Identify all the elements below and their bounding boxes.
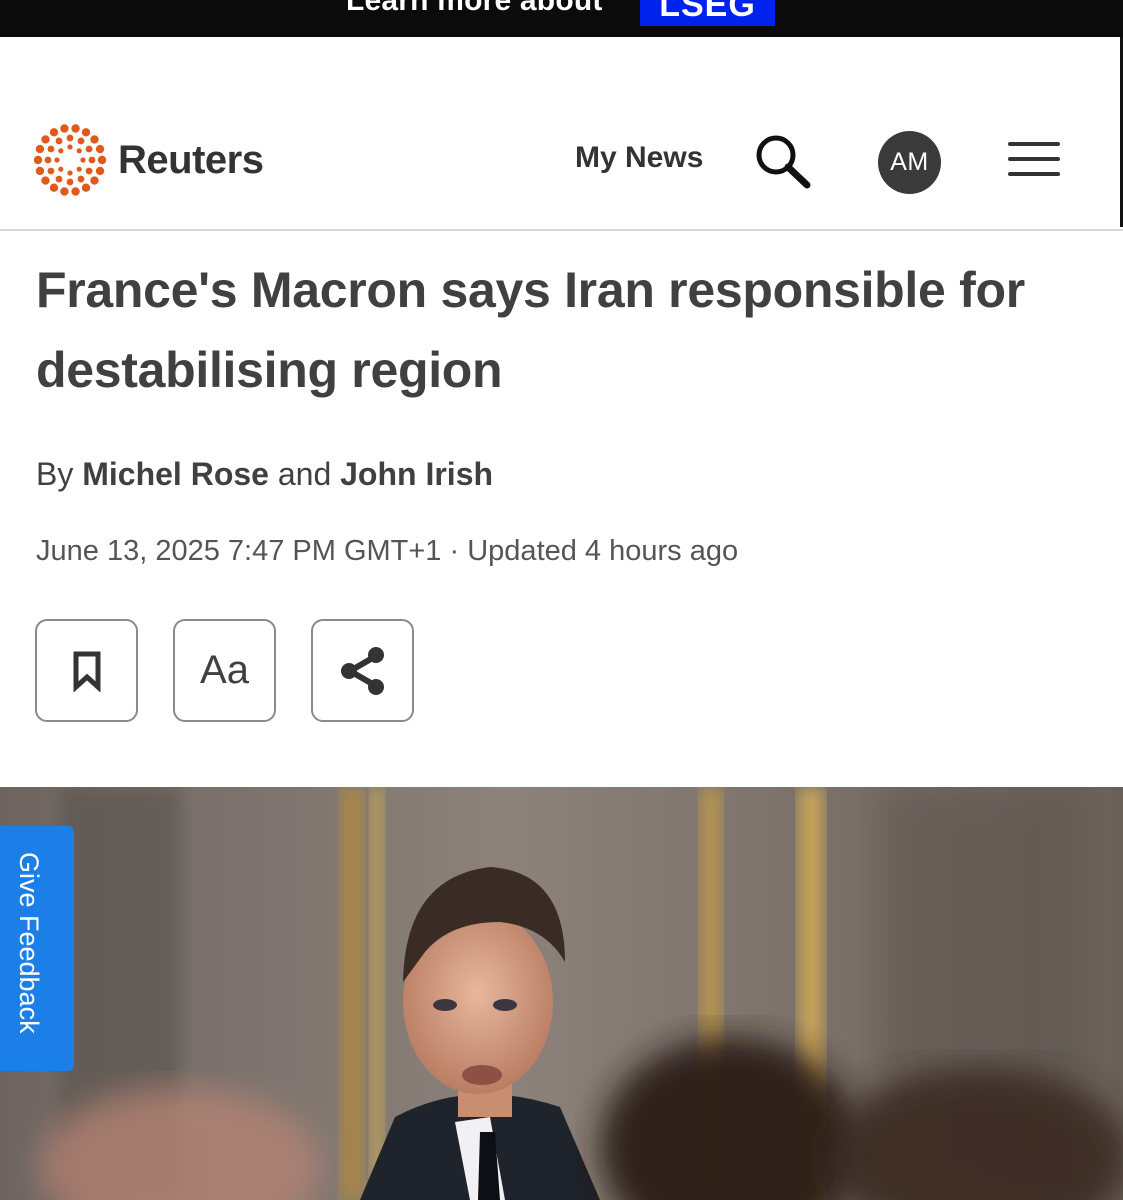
bookmark-icon <box>73 651 100 692</box>
search-button[interactable] <box>754 133 814 189</box>
search-icon <box>756 135 811 189</box>
promo-banner-text: Learn more about <box>346 0 603 17</box>
updated-time: Updated 4 hours ago <box>467 535 739 567</box>
byline: By Michel Rose and John Irish <box>36 456 493 493</box>
hamburger-menu-button[interactable] <box>1008 140 1060 180</box>
photo-macron-illustration <box>0 787 1123 1200</box>
author-link-1[interactable]: Michel Rose <box>82 456 269 492</box>
promo-banner-brand: LSEG <box>640 0 775 26</box>
article-dateline: June 13, 2025 7:47 PM GMT+1 · Updated 4 … <box>36 535 738 568</box>
byline-joiner: and <box>277 456 332 492</box>
my-news-link[interactable]: My News <box>575 141 703 175</box>
publish-date: June 13, 2025 7:47 PM GMT+1 <box>36 535 442 567</box>
reuters-dot-circle-icon <box>34 124 106 196</box>
dateline-separator: · <box>449 535 460 567</box>
header-divider <box>0 229 1123 231</box>
article-headline: France's Macron says Iran responsible fo… <box>36 262 1025 398</box>
reuters-logo[interactable]: Reuters <box>34 124 264 196</box>
hamburger-menu-icon <box>1008 142 1060 146</box>
text-size-button[interactable]: Aa <box>173 619 276 722</box>
share-icon <box>340 646 384 695</box>
bookmark-button[interactable] <box>35 619 138 722</box>
user-avatar-button[interactable]: AM <box>878 131 941 194</box>
reuters-article-page: Learn more about LSEG Reuters My News AM… <box>0 0 1123 1200</box>
promo-banner[interactable]: Learn more about LSEG <box>0 0 1123 37</box>
article-hero-photo <box>0 787 1123 1200</box>
share-button[interactable] <box>311 619 414 722</box>
byline-prefix: By <box>36 456 74 492</box>
author-link-2[interactable]: John Irish <box>340 456 493 492</box>
logo-wordmark: Reuters <box>118 137 264 182</box>
give-feedback-label: Give Feedback <box>14 852 44 1034</box>
text-size-label: Aa <box>200 648 249 692</box>
avatar-initials: AM <box>890 148 929 176</box>
